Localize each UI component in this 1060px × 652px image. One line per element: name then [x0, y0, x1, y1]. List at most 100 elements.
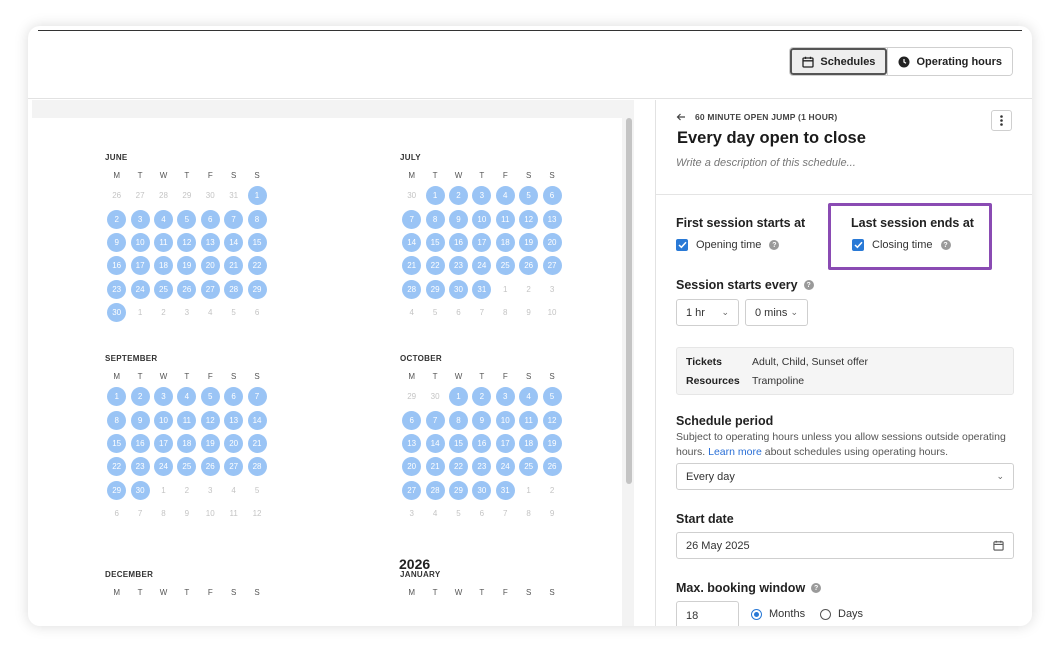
day-number: 14: [402, 232, 422, 252]
calendar-day-active: 16: [105, 254, 128, 277]
day-number: 2: [161, 308, 166, 318]
day-number: 15: [107, 433, 127, 453]
day-number: 11: [153, 232, 173, 252]
day-number: 5: [542, 387, 562, 407]
help-icon[interactable]: ?: [803, 280, 814, 290]
day-number: 18: [153, 256, 173, 276]
day-number: 5: [519, 186, 539, 206]
schedules-tab[interactable]: Schedules: [790, 48, 888, 75]
calendar-day-inactive: 1: [517, 479, 540, 502]
back-arrow-icon[interactable]: [676, 113, 686, 121]
calendar-day-inactive: 5: [447, 502, 470, 525]
day-number: 2: [526, 284, 531, 294]
more-options-button[interactable]: [991, 110, 1012, 131]
calendar-day-active: 4: [494, 184, 517, 207]
calendar-day-active: 19: [175, 254, 198, 277]
calendar-day-inactive: 5: [245, 479, 268, 502]
calendar-day-active: 23: [447, 254, 470, 277]
calendar-scrollbar[interactable]: [626, 118, 632, 484]
calendar-day-active: 28: [245, 455, 268, 478]
opening-time-checkbox[interactable]: Opening time ?: [676, 239, 780, 251]
day-number: 22: [425, 256, 445, 276]
calendar-day-active: 8: [105, 408, 128, 431]
operating-hours-tab[interactable]: Operating hours: [887, 48, 1012, 75]
day-number: 30: [430, 392, 440, 402]
closing-time-checkbox[interactable]: Closing time ?: [852, 239, 951, 251]
calendar-day-inactive: 29: [400, 385, 423, 408]
calendar-day-active: 28: [222, 278, 245, 301]
months-radio[interactable]: Months: [751, 608, 805, 620]
day-number: 10: [547, 308, 557, 318]
mins-select[interactable]: 0 mins ⌄: [745, 299, 808, 326]
day-number: 8: [526, 509, 531, 519]
resources-value: Trampoline: [752, 375, 805, 387]
day-number: 15: [448, 433, 468, 453]
day-number: 4: [153, 209, 173, 229]
help-icon[interactable]: ?: [769, 240, 780, 250]
day-number: 12: [542, 410, 562, 430]
calendar-day-active: 7: [423, 408, 446, 431]
calendar-day-active: 20: [199, 254, 222, 277]
max-booking-input[interactable]: 18: [676, 601, 739, 626]
start-date-label: Start date: [676, 512, 734, 526]
day-number: 30: [407, 191, 417, 201]
day-number: 7: [503, 509, 508, 519]
day-number: 23: [472, 457, 492, 477]
calendar-day-active: 11: [494, 207, 517, 230]
weekday-header: T: [184, 372, 190, 381]
calendar-day-active: 30: [470, 479, 493, 502]
day-number: 8: [107, 410, 127, 430]
day-number: 15: [247, 232, 267, 252]
calendar-day-active: 10: [128, 231, 151, 254]
day-number: 30: [130, 480, 150, 500]
kebab-icon: [1000, 115, 1003, 126]
calendar-day-inactive: 2: [152, 301, 175, 324]
day-number: 16: [107, 256, 127, 276]
month-june: JUNE M T W T F S S 26 27 28 29 30 31 1 2 3 4 5 6 7 8 9 10 11 12 1…: [105, 153, 269, 324]
start-date-value: 26 May 2025: [686, 539, 750, 552]
learn-more-link[interactable]: Learn more: [708, 446, 762, 458]
day-number: 17: [153, 433, 173, 453]
day-number: 20: [402, 457, 422, 477]
calendar-day-active: 5: [517, 184, 540, 207]
day-number: 12: [200, 410, 220, 430]
day-number: 6: [456, 308, 461, 318]
calendar-day-active: 6: [400, 408, 423, 431]
day-number: 29: [448, 480, 468, 500]
calendar-day-active: 2: [447, 184, 470, 207]
breadcrumb-label[interactable]: 60 MINUTE OPEN JUMP (1 HOUR): [695, 112, 837, 122]
day-number: 11: [229, 509, 238, 519]
calendar-day-inactive: 6: [447, 301, 470, 324]
day-number: 20: [200, 256, 220, 276]
day-number: 25: [153, 279, 173, 299]
calendar-day-active: 3: [152, 385, 175, 408]
calendar-day-active: 21: [245, 432, 268, 455]
page-title[interactable]: Every day open to close: [677, 129, 866, 148]
schedule-period-select[interactable]: Every day ⌄: [676, 463, 1014, 490]
radio-unselected-icon: [820, 608, 831, 620]
calendar-day-inactive: 6: [105, 502, 128, 525]
weekday-header: W: [454, 372, 463, 381]
ticket-resource-summary: Tickets Adult, Child, Sunset offer Resou…: [676, 347, 1014, 395]
day-number: 18: [177, 433, 197, 453]
days-radio[interactable]: Days: [820, 608, 863, 620]
start-date-input[interactable]: 26 May 2025: [676, 532, 1014, 559]
description-field[interactable]: Write a description of this schedule...: [676, 157, 856, 169]
calendar-day-active: 1: [105, 385, 128, 408]
hours-select[interactable]: 1 hr ⌄: [676, 299, 739, 326]
help-icon[interactable]: ?: [811, 583, 822, 593]
calendar-icon[interactable]: [993, 540, 1004, 551]
calendar-day-inactive: 5: [222, 301, 245, 324]
calendar-icon: [802, 56, 815, 68]
day-number: 5: [254, 485, 260, 495]
day-number: 27: [135, 191, 145, 201]
day-number: 19: [177, 256, 197, 276]
calendar-day-inactive: 9: [540, 502, 563, 525]
operating-hours-tab-label: Operating hours: [916, 55, 1002, 68]
weekday-header: F: [502, 171, 508, 180]
weekday-header: T: [432, 171, 438, 180]
help-icon[interactable]: ?: [940, 240, 951, 250]
weekday-header: W: [454, 171, 463, 180]
day-number: 3: [495, 387, 515, 407]
day-number: 22: [247, 256, 267, 276]
